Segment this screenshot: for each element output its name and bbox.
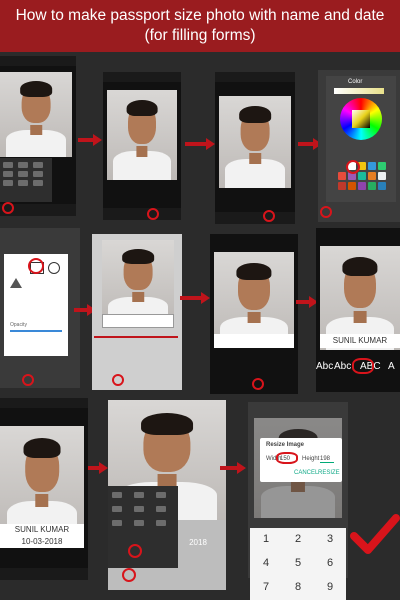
tools-menu — [108, 486, 178, 568]
screenshot-step-2 — [103, 72, 181, 220]
highlight-checkmark-button[interactable] — [112, 374, 124, 386]
screenshot-step-3 — [215, 72, 295, 224]
resize-dialog-title: Resize Image — [266, 442, 305, 448]
screenshot-step-5-shapes: Opacity — [0, 228, 80, 388]
highlight-text-button[interactable] — [252, 378, 264, 390]
portrait-with-box — [102, 240, 174, 324]
swatch[interactable] — [338, 172, 346, 180]
circle-shape-icon[interactable] — [48, 262, 60, 274]
highlight-rectangle-shape — [28, 258, 44, 274]
key-3[interactable]: 3 — [314, 528, 346, 552]
name-label: SUNIL KUMAR — [0, 524, 84, 536]
color-picker-panel: Color — [326, 76, 396, 202]
resize-button[interactable]: RESIZE — [318, 470, 340, 476]
highlight-resize-tool — [128, 544, 142, 558]
key-1[interactable]: 1 — [250, 528, 282, 552]
arrow-step-1-2 — [78, 134, 102, 146]
text-style-1[interactable]: Abc — [316, 361, 333, 372]
highlight-shape-button[interactable] — [22, 374, 34, 386]
height-label: Height — [302, 456, 320, 462]
portrait-with-name-date — [0, 426, 84, 536]
highlight-tools-button[interactable] — [122, 568, 136, 582]
highlight-width-input — [276, 452, 298, 464]
red-underline — [94, 336, 178, 338]
text-style-4[interactable]: A — [388, 361, 395, 372]
arrow-step-10-11 — [220, 462, 246, 474]
portrait-photo — [219, 96, 291, 188]
date-label-partial: 2018 — [189, 538, 207, 547]
opacity-label: Opacity — [10, 322, 27, 328]
swatch[interactable] — [378, 162, 386, 170]
swatch[interactable] — [378, 182, 386, 190]
key-9[interactable]: 9 — [314, 576, 346, 600]
screenshot-step-9: SUNIL KUMAR 10-03-2018 — [0, 398, 88, 580]
opacity-slider[interactable] — [10, 330, 62, 332]
key-7[interactable]: 7 — [250, 576, 282, 600]
key-5[interactable]: 5 — [282, 552, 314, 576]
top-toolbar — [0, 56, 76, 66]
screenshot-step-8-text: SUNIL KUMAR Abc Abc ABC A — [316, 228, 400, 392]
title-banner: How to make passport size photo with nam… — [0, 0, 400, 52]
highlight-draw-button[interactable] — [263, 210, 275, 222]
highlight-white-swatch — [346, 160, 360, 174]
swatch[interactable] — [368, 182, 376, 190]
screenshot-step-6 — [92, 234, 182, 390]
cropped-portrait — [107, 90, 177, 180]
cancel-button[interactable]: CANCEL — [294, 470, 318, 476]
swatch[interactable] — [368, 172, 376, 180]
key-2[interactable]: 2 — [282, 528, 314, 552]
screenshot-step-1 — [0, 56, 76, 216]
screenshot-step-10: 2018 — [108, 400, 226, 590]
key-6[interactable]: 6 — [314, 552, 346, 576]
height-input[interactable]: 198 — [320, 456, 334, 463]
swatch[interactable] — [348, 182, 356, 190]
white-label-box — [102, 314, 174, 328]
key-4[interactable]: 4 — [250, 552, 282, 576]
portrait-photo — [0, 72, 72, 157]
swatch[interactable] — [358, 172, 366, 180]
highlight-text-style — [352, 358, 374, 374]
tools-panel — [0, 158, 52, 202]
arrow-step-7-8 — [296, 296, 318, 308]
white-label-box — [214, 334, 294, 348]
triangle-shape-icon[interactable] — [10, 278, 22, 288]
name-label: SUNIL KUMAR — [320, 334, 400, 348]
screenshot-step-7 — [210, 234, 298, 394]
highlight-crop-button[interactable] — [147, 208, 159, 220]
screenshot-step-4-color: Color — [318, 70, 400, 222]
number-keypad: 1 2 3 4 5 6 7 8 9 — [250, 528, 346, 600]
swatch[interactable] — [358, 182, 366, 190]
arrow-step-6-7 — [180, 292, 210, 304]
key-8[interactable]: 8 — [282, 576, 314, 600]
color-wheel[interactable] — [340, 98, 382, 140]
color-panel-title: Color — [348, 79, 363, 85]
title-line-1: How to make passport size photo with nam… — [15, 7, 385, 24]
highlight-tools-button[interactable] — [2, 202, 14, 214]
color-bar — [334, 88, 384, 94]
swatch[interactable] — [368, 162, 376, 170]
resize-dialog: Resize Image Width 150 Height 198 CANCEL… — [260, 438, 342, 482]
highlight-brush-button[interactable] — [320, 206, 332, 218]
arrow-step-9-10 — [88, 462, 108, 474]
checkmark-icon — [350, 514, 400, 554]
date-label: 10-03-2018 — [0, 536, 84, 548]
title-line-2: (for filling forms) — [144, 27, 256, 44]
arrow-step-2-3 — [185, 138, 215, 150]
swatch[interactable] — [338, 182, 346, 190]
swatch[interactable] — [378, 172, 386, 180]
text-style-2[interactable]: Abc — [334, 361, 351, 372]
